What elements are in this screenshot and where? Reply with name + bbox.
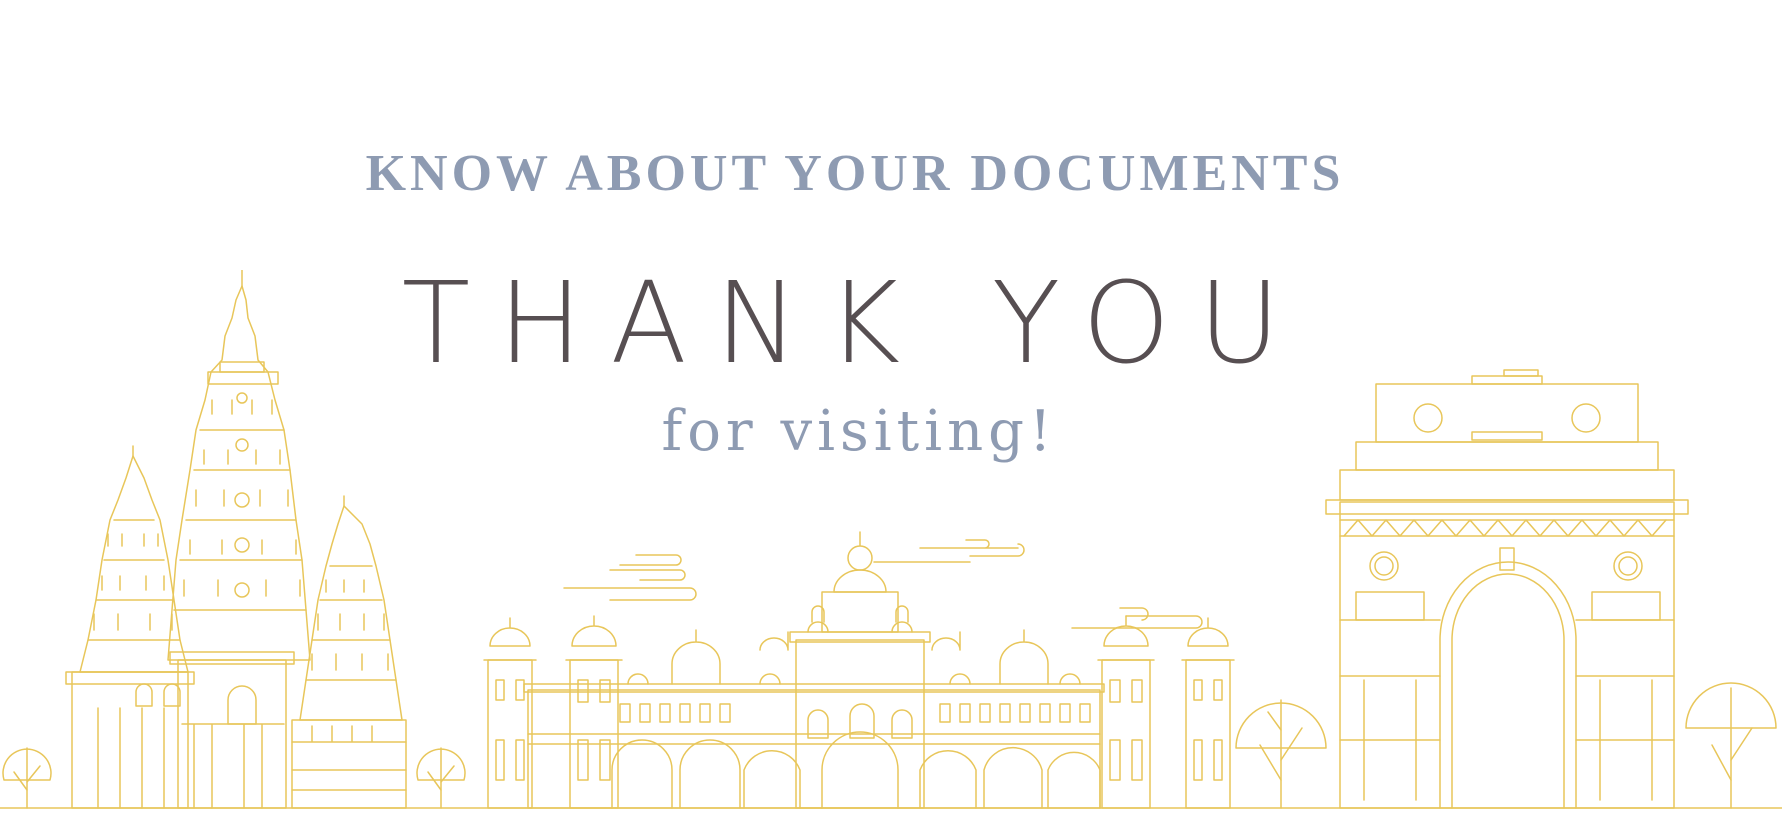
cloud-icon xyxy=(874,540,1024,562)
tree-icon xyxy=(1236,700,1326,808)
tree-icon xyxy=(417,748,465,808)
tree-icon xyxy=(3,748,51,808)
skyline-illustration xyxy=(0,270,1782,818)
arch-gate-icon xyxy=(1326,370,1688,808)
cloud-icon xyxy=(1072,608,1202,628)
palace-icon xyxy=(484,532,1234,808)
page-kicker: KNOW ABOUT YOUR DOCUMENTS xyxy=(365,145,1345,202)
cloud-icon xyxy=(564,555,696,600)
temple-towers-icon xyxy=(66,270,406,808)
tree-icon xyxy=(1686,683,1776,808)
